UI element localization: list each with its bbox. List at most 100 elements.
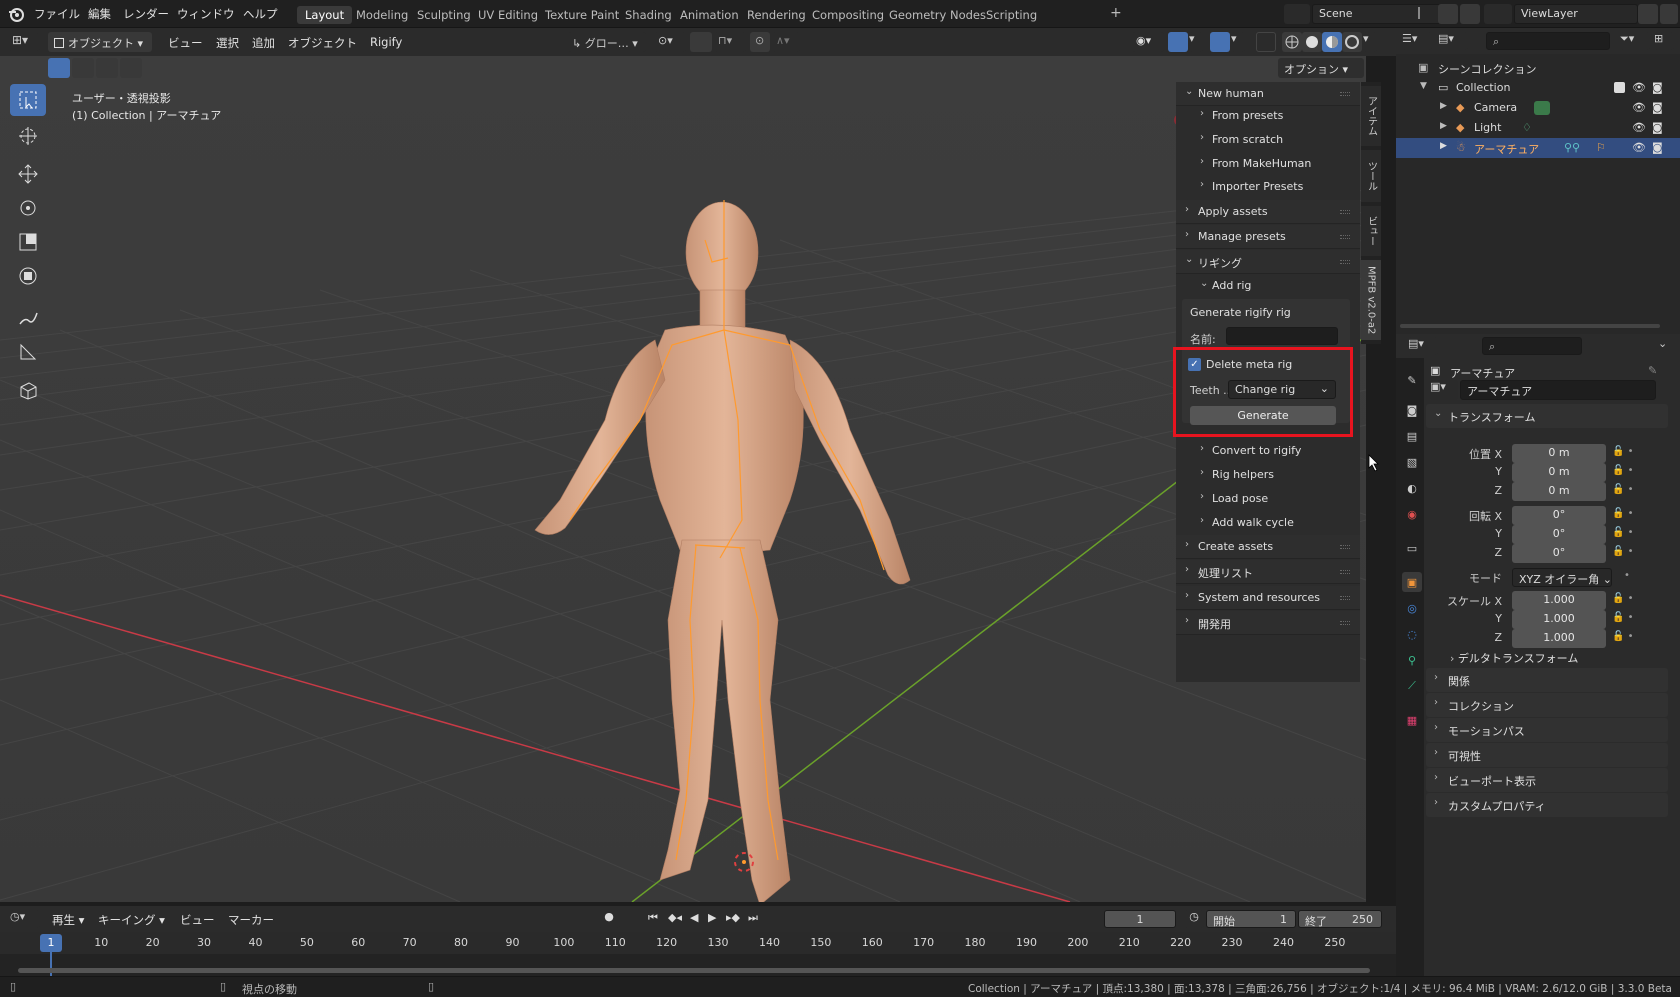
shading-options-button[interactable]: ▾ xyxy=(1363,32,1377,52)
prev-keyframe-icon[interactable]: ◆◂ xyxy=(668,911,682,924)
include-checkbox[interactable] xyxy=(1614,82,1625,93)
delete-viewlayer-button[interactable] xyxy=(1660,4,1678,24)
outliner-search-input[interactable]: ⌕ xyxy=(1486,32,1610,50)
system-resources-panel[interactable]: › System and resources xyxy=(1176,586,1360,610)
menu-file[interactable]: ファイル xyxy=(34,6,80,22)
apply-assets-panel[interactable]: › Apply assets xyxy=(1176,200,1360,224)
chevron-down-icon[interactable]: ⌄ xyxy=(1658,337,1667,350)
outliner-armature[interactable]: ▶ ☃ アーマチュア ⚲⚲ ⚐ 👁 ◙ xyxy=(1396,138,1680,158)
add-walk-cycle-item[interactable]: › Add walk cycle xyxy=(1176,511,1360,535)
outliner-scrollbar[interactable] xyxy=(1400,324,1660,328)
xray-toggle-button[interactable] xyxy=(1256,32,1276,52)
blender-logo-icon[interactable] xyxy=(8,6,24,22)
texture-properties-icon[interactable]: ▦ xyxy=(1402,710,1422,730)
overlay-options-button[interactable]: ▾ xyxy=(1231,32,1245,52)
scale-y-field[interactable]: 1.000 xyxy=(1512,610,1606,629)
transform-tool-icon[interactable] xyxy=(10,260,46,292)
timeline-editor-type-button[interactable]: ◷▾ xyxy=(10,910,40,928)
outliner-editor-type-button[interactable]: ☰▾ xyxy=(1402,32,1432,50)
timeline-scrollbar[interactable] xyxy=(18,968,1370,973)
annotate-tool-icon[interactable] xyxy=(10,302,46,334)
lock-icon[interactable]: 🔓 • xyxy=(1612,527,1634,538)
render-camera-icon[interactable]: ◙ xyxy=(1652,121,1663,134)
delta-transform-section[interactable]: › デルタトランスフォーム xyxy=(1450,650,1578,666)
expand-chevron-icon[interactable]: ▶ xyxy=(1440,101,1447,111)
tab-item[interactable]: アイテム xyxy=(1361,86,1381,146)
select-extend-icon[interactable] xyxy=(72,58,94,78)
output-properties-icon[interactable]: ▤ xyxy=(1402,426,1422,446)
visibility-eye-icon[interactable]: 👁 xyxy=(1632,81,1646,94)
select-subtract-icon[interactable] xyxy=(96,58,118,78)
start-frame-field[interactable]: 開始 1 xyxy=(1206,910,1296,928)
tab-modeling[interactable]: Modeling xyxy=(348,6,416,24)
new-human-panel[interactable]: ⌄ New human xyxy=(1176,82,1360,106)
rotation-y-field[interactable]: 0° xyxy=(1512,525,1606,544)
proportional-edit-button[interactable]: ⊙ xyxy=(750,32,770,52)
object-properties-icon[interactable]: ▣ xyxy=(1402,572,1422,592)
delete-meta-rig-checkbox[interactable]: ✓ xyxy=(1188,358,1201,371)
shading-wireframe-button[interactable] xyxy=(1282,32,1302,52)
location-x-field[interactable]: 0 m xyxy=(1512,444,1606,463)
name-input[interactable] xyxy=(1226,327,1338,345)
rotate-tool-icon[interactable] xyxy=(10,192,46,224)
cursor-tool-icon[interactable] xyxy=(10,120,46,152)
properties-search-input[interactable]: ⌕ xyxy=(1482,337,1582,355)
lock-icon[interactable]: 🔓 • xyxy=(1612,465,1634,476)
display-mode-button[interactable]: ▤▾ xyxy=(1438,32,1468,50)
motion-paths-section[interactable]: › モーションパス xyxy=(1426,718,1668,742)
preview-range-icon[interactable]: ◷ xyxy=(1184,910,1204,928)
current-frame-field[interactable]: 1 xyxy=(1104,910,1176,928)
add-rig-item[interactable]: ⌄ Add rig xyxy=(1176,274,1360,298)
lock-icon[interactable]: 🔓 • xyxy=(1612,508,1634,519)
location-z-field[interactable]: 0 m xyxy=(1512,482,1606,501)
scene-selector-button[interactable] xyxy=(1284,4,1310,24)
viewport-display-section[interactable]: › ビューポート表示 xyxy=(1426,768,1668,792)
object-data-properties-icon[interactable]: ⚲ xyxy=(1402,650,1422,670)
render-camera-icon[interactable]: ◙ xyxy=(1652,101,1663,114)
visibility-eye-icon[interactable]: 👁 xyxy=(1632,101,1646,114)
tab-view[interactable]: ビュー xyxy=(1361,206,1381,256)
menu-select[interactable]: 選択 xyxy=(216,35,239,51)
shading-material-button[interactable] xyxy=(1322,32,1342,52)
collections-section[interactable]: › コレクション xyxy=(1426,693,1668,717)
tab-rendering[interactable]: Rendering xyxy=(739,6,814,24)
importer-presets-item[interactable]: › Importer Presets xyxy=(1176,175,1360,199)
play-reverse-icon[interactable]: ◀ xyxy=(690,911,698,924)
rigging-panel[interactable]: ⌄ リギング xyxy=(1176,250,1360,274)
select-invert-icon[interactable] xyxy=(120,58,142,78)
add-workspace-icon[interactable]: + xyxy=(1110,5,1122,21)
create-assets-panel[interactable]: › Create assets xyxy=(1176,535,1360,559)
keying-menu[interactable]: キーイング ▾ xyxy=(98,912,165,928)
snap-options-button[interactable]: ⊓▾ xyxy=(714,32,746,52)
next-keyframe-icon[interactable]: ▸◆ xyxy=(726,911,740,924)
scale-x-field[interactable]: 1.000 xyxy=(1512,591,1606,610)
outliner-camera[interactable]: ▶ ◆ Camera 👁 ◙ xyxy=(1396,98,1680,118)
3d-viewport[interactable]: ユーザー・透視投影 (1) Collection | アーマチュア Z X Y … xyxy=(0,56,1366,902)
menu-render[interactable]: レンダー xyxy=(123,6,169,22)
menu-edit[interactable]: 編集 xyxy=(88,6,111,22)
scene-properties-icon[interactable]: ◐ xyxy=(1402,478,1422,498)
visibility-dropdown[interactable]: ◉▾ xyxy=(1132,32,1164,52)
delete-scene-button[interactable] xyxy=(1460,4,1480,24)
pivot-point-button[interactable]: ⊙▾ xyxy=(654,32,686,52)
record-button[interactable]: ● xyxy=(598,910,620,928)
custom-properties-section[interactable]: › カスタムプロパティ xyxy=(1426,793,1668,817)
lock-icon[interactable]: 🔓 • xyxy=(1612,631,1634,642)
snap-toggle-button[interactable] xyxy=(690,32,712,52)
lock-icon[interactable]: 🔓 • xyxy=(1612,593,1634,604)
shading-solid-button[interactable] xyxy=(1302,32,1322,52)
overlay-toggle-button[interactable] xyxy=(1210,32,1230,52)
visibility-section[interactable]: › 可視性 xyxy=(1426,743,1668,767)
menu-object[interactable]: オブジェクト xyxy=(288,35,357,51)
pin-scene-icon[interactable] xyxy=(1418,7,1428,19)
lock-icon[interactable]: 🔓 • xyxy=(1612,612,1634,623)
new-scene-button[interactable] xyxy=(1438,4,1458,24)
relations-section[interactable]: › 関係 xyxy=(1426,668,1668,692)
pin-icon[interactable]: ✎ xyxy=(1648,364,1657,377)
from-makehuman-item[interactable]: › From MakeHuman xyxy=(1176,152,1360,176)
physics-properties-icon[interactable]: ◌ xyxy=(1402,624,1422,644)
timeline-area[interactable]: 10 20 30 40 50 60 70 80 90 100 110 120 130 140 150 160 1… xyxy=(0,932,1396,976)
rig-helpers-item[interactable]: › Rig helpers xyxy=(1176,463,1360,487)
tab-layout[interactable]: Layout xyxy=(297,6,353,24)
lock-icon[interactable]: 🔓 • xyxy=(1612,546,1634,557)
